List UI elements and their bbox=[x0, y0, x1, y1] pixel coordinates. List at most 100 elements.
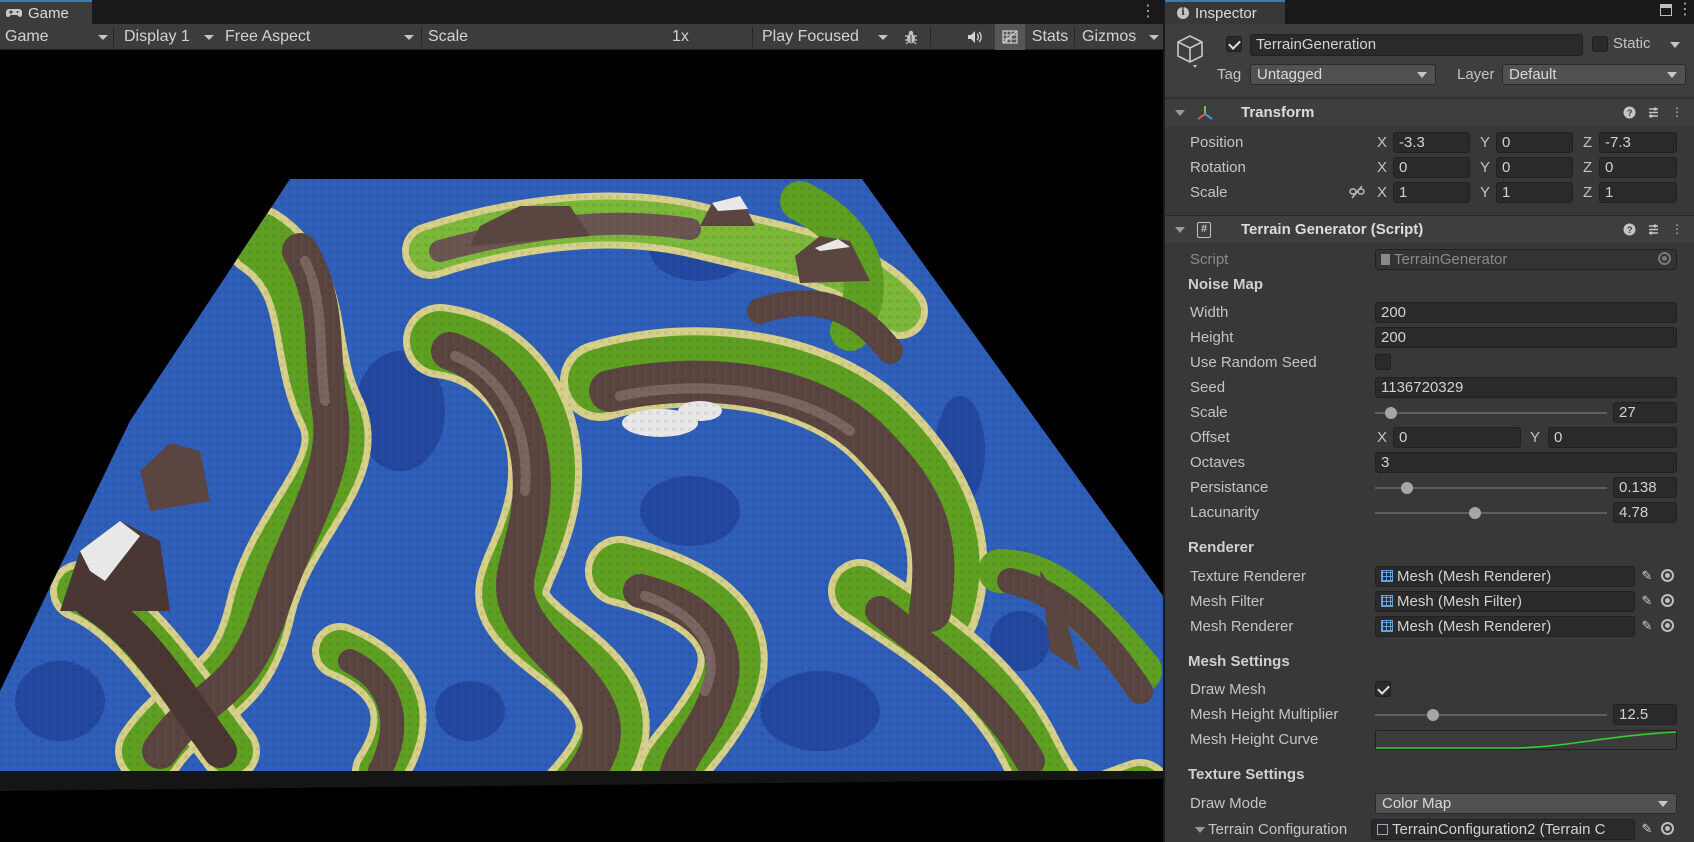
grid-icon[interactable] bbox=[995, 24, 1025, 50]
octaves-field[interactable]: 3 bbox=[1375, 452, 1677, 473]
draw-mode-label: Draw Mode bbox=[1190, 795, 1267, 812]
pencil-icon[interactable]: ✎ bbox=[1639, 593, 1655, 609]
mesh-height-multiplier-field[interactable]: 12.5 bbox=[1613, 704, 1677, 725]
help-icon[interactable]: ? bbox=[1622, 222, 1636, 236]
tag-dropdown[interactable]: Untagged bbox=[1250, 64, 1436, 85]
gizmos-label: Gizmos bbox=[1082, 28, 1137, 45]
fold-arrow-icon[interactable] bbox=[1175, 110, 1185, 116]
display-dropdown[interactable]: Display 1 bbox=[118, 24, 218, 50]
inspector-tab-strip: i Inspector ⋮ bbox=[1165, 0, 1694, 24]
tab-inspector[interactable]: i Inspector bbox=[1165, 0, 1285, 24]
position-label: Position bbox=[1190, 134, 1244, 151]
display-label: Display 1 bbox=[124, 28, 190, 45]
static-label: Static bbox=[1613, 35, 1651, 52]
terrain-generator-header[interactable]: # Terrain Generator (Script) ? ⋮ bbox=[1165, 215, 1694, 243]
bug-icon[interactable] bbox=[900, 24, 922, 50]
offset-y-field[interactable]: 0 bbox=[1548, 427, 1677, 448]
persistance-slider-knob[interactable] bbox=[1401, 482, 1414, 494]
object-picker-icon[interactable] bbox=[1661, 594, 1674, 607]
pencil-icon[interactable]: ✎ bbox=[1639, 568, 1655, 584]
object-picker-icon[interactable] bbox=[1661, 619, 1674, 632]
axis-z-label: Z bbox=[1583, 134, 1593, 151]
transform-header[interactable]: Transform ? ⋮ bbox=[1165, 98, 1694, 126]
pencil-icon[interactable]: ✎ bbox=[1639, 821, 1655, 837]
draw-mode-value: Color Map bbox=[1382, 795, 1452, 812]
kebab-menu-icon[interactable]: ⋮ bbox=[1140, 2, 1156, 22]
inspector-panel: i Inspector ⋮ TerrainGeneration Static T… bbox=[1164, 0, 1694, 842]
axis-x-label: X bbox=[1377, 429, 1388, 446]
terrain-generator-title: Terrain Generator (Script) bbox=[1241, 221, 1424, 238]
object-name-field[interactable]: TerrainGeneration bbox=[1250, 34, 1583, 56]
lacunarity-slider-track[interactable] bbox=[1375, 512, 1607, 514]
axis-z-label: Z bbox=[1583, 184, 1593, 201]
draw-mesh-checkbox[interactable] bbox=[1375, 681, 1391, 697]
speaker-icon[interactable] bbox=[963, 24, 987, 50]
draw-mode-dropdown[interactable]: Color Map bbox=[1375, 793, 1677, 814]
lock-icon[interactable] bbox=[1660, 4, 1672, 16]
help-icon[interactable]: ? bbox=[1622, 105, 1636, 119]
axis-y-label: Y bbox=[1480, 184, 1491, 201]
kebab-menu-icon[interactable]: ⋮ bbox=[1670, 222, 1684, 236]
gameobject-cube-icon bbox=[1175, 34, 1205, 72]
texture-renderer-label: Texture Renderer bbox=[1190, 568, 1306, 585]
mesh-settings-header: Mesh Settings bbox=[1188, 653, 1290, 670]
texture-renderer-field[interactable]: Mesh (Mesh Renderer) bbox=[1375, 566, 1635, 587]
use-random-seed-checkbox[interactable] bbox=[1375, 354, 1391, 370]
game-tab-strip: Game ⋮ bbox=[0, 0, 1163, 24]
static-chevron-down-icon[interactable] bbox=[1670, 42, 1680, 48]
game-viewport[interactable] bbox=[0, 51, 1163, 842]
position-x-field[interactable]: -3.3 bbox=[1393, 132, 1470, 153]
fold-arrow-icon[interactable] bbox=[1195, 827, 1205, 833]
pencil-icon[interactable]: ✎ bbox=[1639, 618, 1655, 634]
width-field[interactable]: 200 bbox=[1375, 302, 1677, 323]
game-mode-dropdown[interactable]: Game bbox=[0, 24, 112, 50]
rotation-x-field[interactable]: 0 bbox=[1393, 157, 1470, 178]
aspect-dropdown[interactable]: Free Aspect bbox=[218, 24, 418, 50]
scale-x-field[interactable]: 1 bbox=[1393, 182, 1470, 203]
play-mode-label: Play Focused bbox=[762, 28, 859, 45]
position-y-field[interactable]: 0 bbox=[1496, 132, 1573, 153]
kebab-menu-icon[interactable]: ⋮ bbox=[1677, 0, 1693, 20]
unlinked-chain-icon[interactable] bbox=[1349, 185, 1365, 203]
axis-x-label: X bbox=[1377, 159, 1388, 176]
axis-y-label: Y bbox=[1480, 134, 1491, 151]
kebab-menu-icon[interactable]: ⋮ bbox=[1670, 105, 1684, 119]
position-z-field[interactable]: -7.3 bbox=[1599, 132, 1677, 153]
mesh-filter-field[interactable]: Mesh (Mesh Filter) bbox=[1375, 591, 1635, 612]
svg-text:?: ? bbox=[1627, 108, 1633, 118]
lacunarity-field[interactable]: 4.78 bbox=[1613, 502, 1677, 523]
seed-field[interactable]: 1136720329 bbox=[1375, 377, 1677, 398]
tab-game[interactable]: Game bbox=[0, 0, 92, 24]
preset-icon[interactable] bbox=[1646, 222, 1660, 236]
noise-scale-slider-track[interactable] bbox=[1375, 412, 1607, 414]
fold-arrow-icon[interactable] bbox=[1175, 227, 1185, 233]
scale-y-field[interactable]: 1 bbox=[1496, 182, 1573, 203]
object-picker-icon[interactable] bbox=[1661, 569, 1674, 582]
layer-dropdown[interactable]: Default bbox=[1502, 64, 1686, 85]
noise-scale-slider-knob[interactable] bbox=[1385, 407, 1398, 419]
mesh-renderer-field[interactable]: Mesh (Mesh Renderer) bbox=[1375, 616, 1635, 637]
noise-scale-field[interactable]: 27 bbox=[1613, 402, 1677, 423]
persistance-field[interactable]: 0.138 bbox=[1613, 477, 1677, 498]
static-checkbox[interactable] bbox=[1592, 36, 1608, 52]
mesh-filter-icon bbox=[1381, 595, 1393, 607]
rotation-z-field[interactable]: 0 bbox=[1599, 157, 1677, 178]
scale-row: Scale X 1 Y 1 Z 1 bbox=[1165, 180, 1694, 205]
height-field[interactable]: 200 bbox=[1375, 327, 1677, 348]
mesh-filter-value: Mesh (Mesh Filter) bbox=[1397, 593, 1523, 610]
gizmos-dropdown[interactable]: Gizmos bbox=[1078, 24, 1163, 50]
mesh-height-curve-field[interactable] bbox=[1375, 730, 1677, 750]
object-picker-icon[interactable] bbox=[1661, 822, 1674, 835]
offset-x-field[interactable]: 0 bbox=[1393, 427, 1521, 448]
play-mode-dropdown[interactable]: Play Focused bbox=[756, 24, 892, 50]
stats-button[interactable]: Stats bbox=[1029, 24, 1071, 50]
lacunarity-slider-knob[interactable] bbox=[1468, 507, 1481, 519]
scale-z-field[interactable]: 1 bbox=[1599, 182, 1677, 203]
mesh-height-multiplier-slider-track[interactable] bbox=[1375, 714, 1607, 716]
terrain-configuration-field[interactable]: TerrainConfiguration2 (Terrain C bbox=[1371, 819, 1635, 840]
rotation-y-field[interactable]: 0 bbox=[1496, 157, 1573, 178]
preset-icon[interactable] bbox=[1646, 105, 1660, 119]
mesh-height-multiplier-slider-knob[interactable] bbox=[1427, 709, 1439, 721]
noise-map-header: Noise Map bbox=[1188, 276, 1264, 293]
active-checkbox[interactable] bbox=[1226, 36, 1242, 52]
